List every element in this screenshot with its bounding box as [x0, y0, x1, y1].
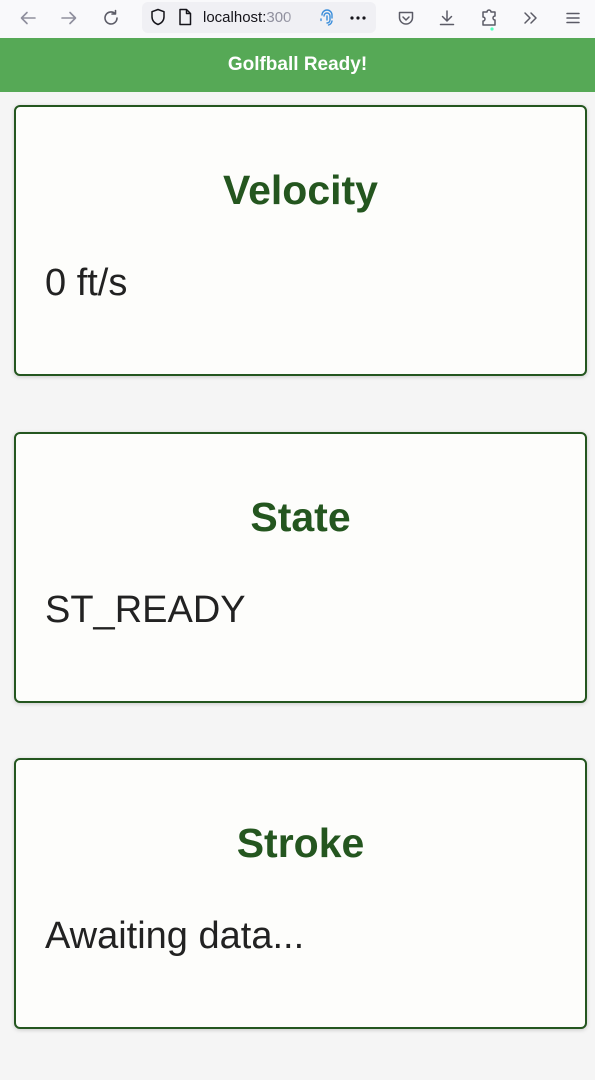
velocity-title: Velocity — [223, 167, 378, 213]
state-value: ST_READY — [45, 589, 246, 631]
forward-arrow-icon[interactable] — [55, 5, 83, 31]
page-icon — [176, 7, 194, 32]
stroke-card: Stroke Awaiting data... — [14, 758, 587, 1029]
fingerprint-icon[interactable] — [318, 8, 336, 33]
url-text[interactable]: localhost:300 — [203, 9, 308, 26]
pocket-icon[interactable] — [392, 5, 420, 31]
state-title: State — [250, 494, 351, 540]
download-icon[interactable] — [433, 5, 461, 31]
velocity-card: Velocity 0 ft/s — [14, 105, 587, 376]
state-card: State ST_READY — [14, 432, 587, 703]
overflow-icon[interactable] — [517, 5, 545, 31]
banner-text: Golfball Ready! — [227, 54, 368, 75]
shield-icon[interactable] — [148, 7, 168, 32]
more-icon[interactable] — [348, 8, 368, 33]
status-banner: Golfball Ready! — [0, 38, 595, 92]
stroke-value: Awaiting data... — [45, 915, 305, 957]
back-arrow-icon[interactable] — [14, 5, 42, 31]
extensions-icon[interactable] — [475, 5, 503, 31]
menu-icon[interactable] — [559, 5, 587, 31]
browser-toolbar: localhost:300 — [0, 0, 595, 38]
url-host: localhost: — [203, 9, 267, 26]
url-port: 300 — [266, 9, 292, 26]
reload-icon[interactable] — [97, 5, 125, 31]
velocity-value: 0 ft/s — [45, 262, 128, 304]
address-bar[interactable]: localhost:300 — [142, 2, 376, 33]
stroke-title: Stroke — [236, 820, 365, 866]
